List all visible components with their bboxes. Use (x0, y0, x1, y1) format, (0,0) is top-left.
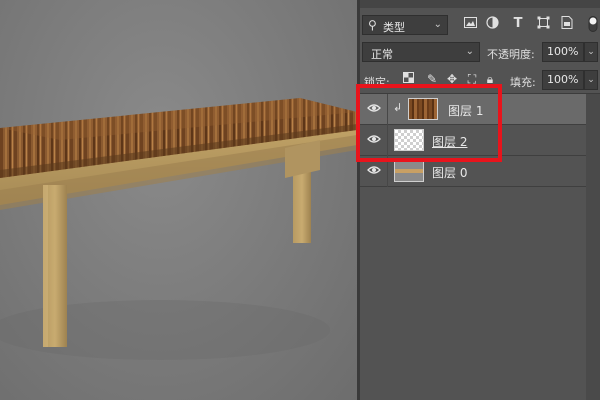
layer-name[interactable]: 图层 0 (432, 164, 467, 181)
smart-object-filter-icon[interactable] (559, 16, 575, 32)
chevron-down-icon: ⌄ (465, 46, 474, 57)
filter-toggle-icon[interactable] (585, 16, 600, 32)
layers-scrollbar[interactable] (586, 94, 600, 400)
eye-icon[interactable] (366, 164, 382, 178)
fill-dropdown-button[interactable]: ⌄ (584, 70, 598, 90)
opacity-label: 不透明度: (487, 48, 535, 61)
layers-panel: ⚲ 类型 ⌄ T 正常 ⌄ 不透明度: 100% ⌄ 锁定: ✎ ✥ ⛶ 🔒︎ … (360, 0, 600, 400)
adjustment-filter-icon[interactable] (484, 16, 500, 32)
fill-label: 填充: (510, 76, 536, 89)
table-artwork (0, 98, 357, 360)
layer-filter-label: 类型 (383, 21, 405, 34)
chevron-down-icon: ⌄ (433, 19, 442, 30)
layer-filter-select[interactable]: ⚲ 类型 ⌄ (362, 15, 448, 35)
panel-tab-strip (360, 0, 600, 8)
opacity-dropdown-button[interactable]: ⌄ (584, 42, 598, 62)
blend-mode-select[interactable]: 正常 ⌄ (362, 42, 480, 62)
blend-mode-value: 正常 (371, 48, 393, 61)
search-icon: ⚲ (368, 18, 377, 32)
type-filter-icon[interactable]: T (510, 16, 526, 32)
shape-filter-icon[interactable] (535, 16, 551, 32)
document-canvas[interactable] (0, 0, 357, 400)
layer-thumbnail-table (394, 160, 424, 182)
fill-input[interactable]: 100% (542, 70, 584, 90)
highlight-box (356, 84, 502, 162)
image-filter-icon[interactable] (462, 16, 478, 32)
opacity-input[interactable]: 100% (542, 42, 584, 62)
